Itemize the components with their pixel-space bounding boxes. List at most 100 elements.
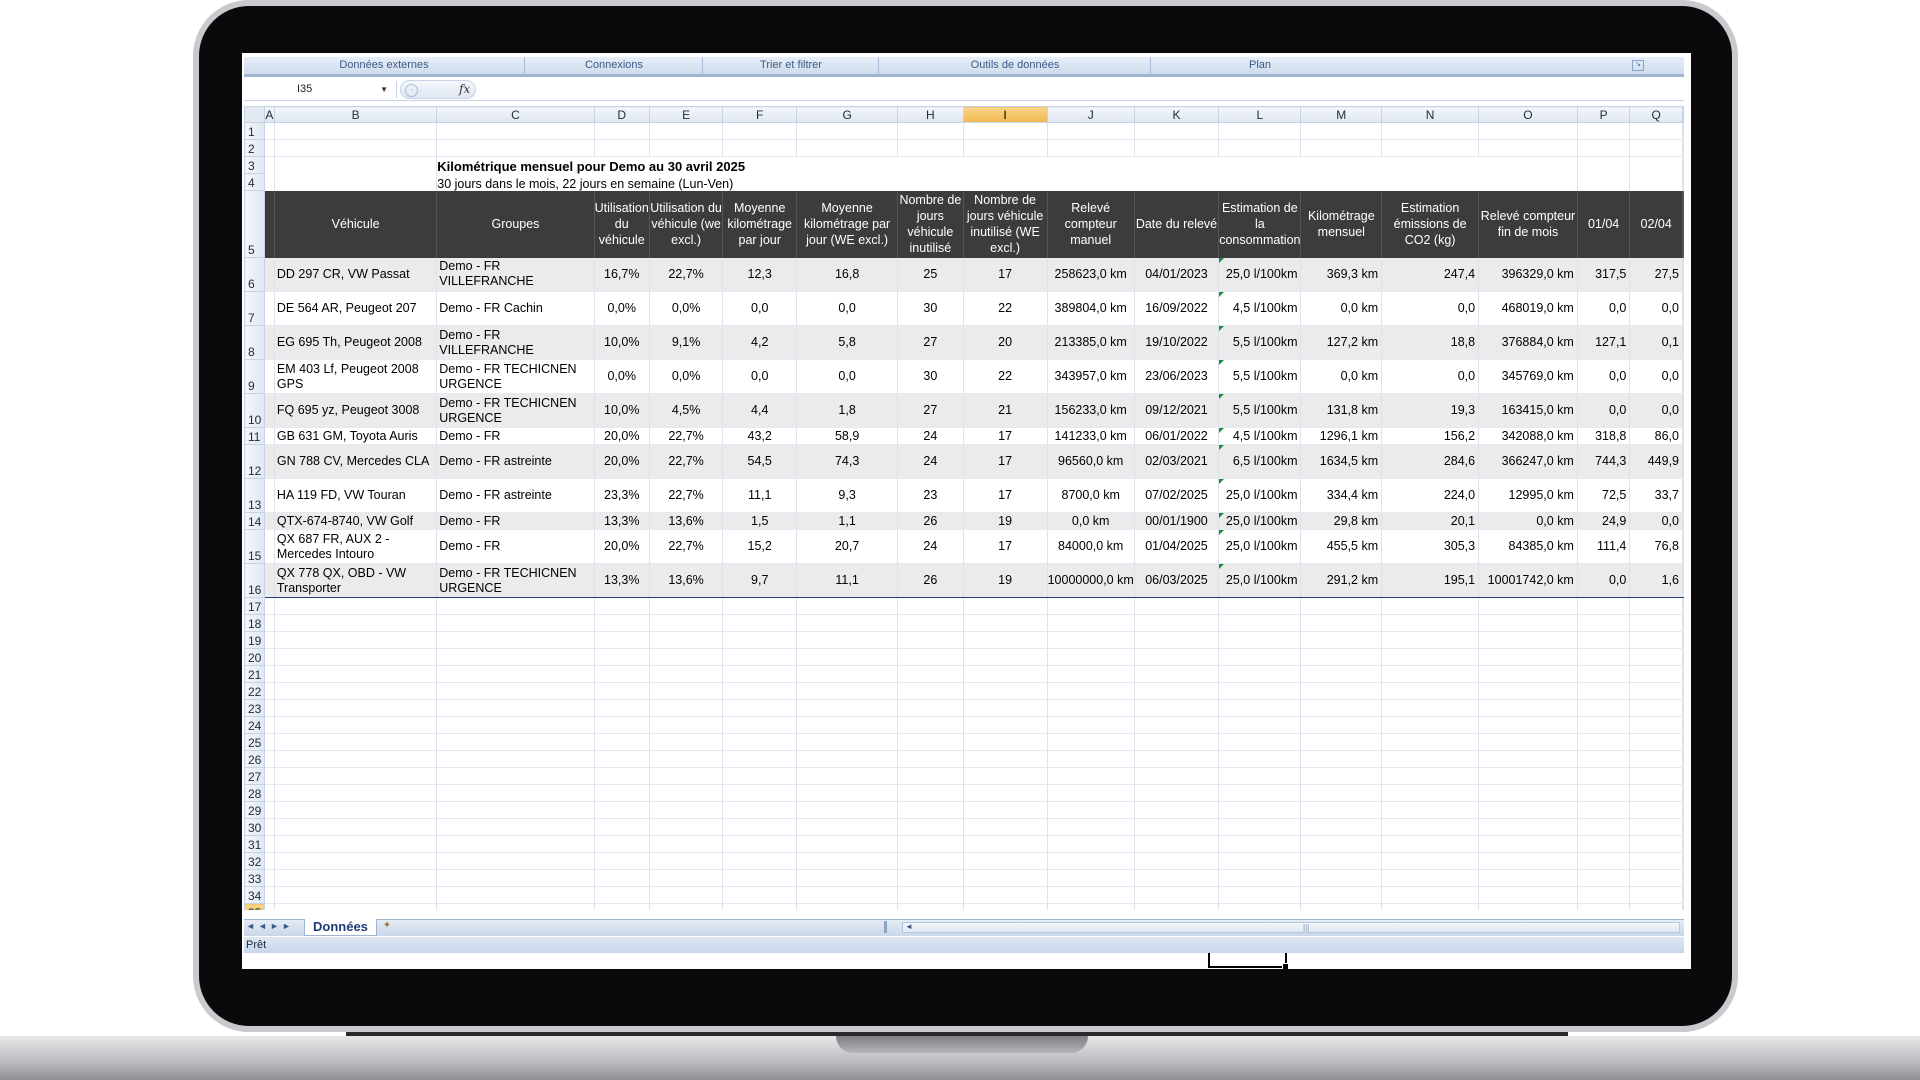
cell-empty[interactable] xyxy=(1381,631,1480,649)
cell-empty[interactable] xyxy=(264,631,275,649)
table-cell[interactable]: 27 xyxy=(897,393,964,428)
cell-empty[interactable] xyxy=(1134,750,1220,768)
cell-empty[interactable] xyxy=(1478,733,1578,751)
table-cell[interactable]: 156,2 xyxy=(1381,427,1480,445)
row-header-24[interactable]: 24 xyxy=(244,716,265,734)
cell-empty[interactable] xyxy=(1577,903,1631,910)
cell-empty[interactable] xyxy=(436,699,595,717)
cell-empty[interactable] xyxy=(264,767,275,785)
cell-a16[interactable] xyxy=(264,563,275,598)
cell-empty[interactable] xyxy=(649,767,724,785)
cell-empty[interactable] xyxy=(1478,139,1578,157)
cell-empty[interactable] xyxy=(1381,835,1480,853)
cell-empty[interactable] xyxy=(796,682,899,700)
cell-empty[interactable] xyxy=(436,852,595,870)
cell-empty[interactable] xyxy=(436,835,595,853)
cell-empty[interactable] xyxy=(1047,886,1135,904)
cell-empty[interactable] xyxy=(897,818,964,836)
error-indicator-icon[interactable] xyxy=(1219,257,1225,263)
table-cell[interactable]: 247,4 xyxy=(1381,257,1480,292)
table-cell[interactable]: 0,0 km xyxy=(1300,359,1383,394)
table-cell[interactable]: 17 xyxy=(963,478,1048,513)
cell-empty[interactable] xyxy=(1134,699,1220,717)
cell-empty[interactable] xyxy=(1218,818,1302,836)
column-header-i[interactable]: I xyxy=(962,106,1048,123)
cell-empty[interactable] xyxy=(897,614,964,632)
cell-empty[interactable] xyxy=(1218,665,1302,683)
table-cell[interactable]: 5,5 l/100km xyxy=(1218,393,1302,428)
cell-empty[interactable] xyxy=(1682,665,1684,683)
cell-empty[interactable] xyxy=(722,699,798,717)
cell-empty[interactable] xyxy=(796,665,899,683)
select-all-corner[interactable] xyxy=(244,106,265,123)
table-cell[interactable]: 17 xyxy=(963,444,1048,479)
cell-empty[interactable] xyxy=(1577,699,1631,717)
table-cell[interactable]: 17 xyxy=(963,257,1048,292)
cell-empty[interactable] xyxy=(897,869,964,887)
first-sheet-icon[interactable]: ◄ xyxy=(246,921,255,931)
cell-empty[interactable] xyxy=(1218,631,1302,649)
cell-empty[interactable] xyxy=(1478,784,1578,802)
cell-empty[interactable] xyxy=(1218,886,1302,904)
tab-split-handle[interactable] xyxy=(884,921,887,933)
cell-empty[interactable] xyxy=(264,869,275,887)
cell-empty[interactable] xyxy=(594,665,650,683)
cell-empty[interactable] xyxy=(722,139,798,157)
table-cell[interactable]: 334,4 km xyxy=(1300,478,1383,513)
table-cell[interactable]: Demo - FR VILLEFRANCHE xyxy=(436,325,595,360)
cell-empty[interactable] xyxy=(274,665,438,683)
cell-empty[interactable] xyxy=(1218,139,1302,157)
cell-empty[interactable] xyxy=(722,886,798,904)
cell-empty[interactable] xyxy=(1134,139,1220,157)
row-header-5[interactable]: 5 xyxy=(244,190,265,258)
table-cell[interactable]: 0,0 km xyxy=(1478,512,1578,530)
table-cell[interactable]: 224,0 xyxy=(1381,478,1480,513)
table-cell[interactable]: 291,2 km xyxy=(1300,563,1383,598)
cell-empty[interactable] xyxy=(1682,818,1684,836)
table-cell[interactable]: FQ 695 yz, Peugeot 3008 xyxy=(274,393,438,428)
table-cell[interactable]: 0,0 xyxy=(796,359,899,394)
cell-empty[interactable] xyxy=(1478,903,1578,910)
cell-empty[interactable] xyxy=(436,818,595,836)
cell-empty[interactable] xyxy=(649,665,724,683)
cell-empty[interactable] xyxy=(1047,631,1135,649)
cell-empty[interactable] xyxy=(897,597,964,615)
table-cell[interactable]: 22,7% xyxy=(649,427,724,445)
row-header-33[interactable]: 33 xyxy=(244,869,265,887)
cell-empty[interactable] xyxy=(1682,512,1684,530)
table-cell[interactable]: 10001742,0 km xyxy=(1478,563,1578,598)
table-cell[interactable]: 25,0 l/100km xyxy=(1218,512,1302,530)
table-cell[interactable]: 0,1 xyxy=(1629,325,1683,360)
cell-empty[interactable] xyxy=(1478,767,1578,785)
table-cell[interactable]: 02/03/2021 xyxy=(1134,444,1220,479)
formula-input[interactable] xyxy=(480,80,1680,99)
error-indicator-icon[interactable] xyxy=(1219,326,1225,331)
table-cell[interactable]: 25,0 l/100km xyxy=(1218,478,1302,513)
cell-empty[interactable] xyxy=(1381,699,1480,717)
row-header-15[interactable]: 15 xyxy=(244,529,265,564)
cell-empty[interactable] xyxy=(1047,614,1135,632)
cell-empty[interactable] xyxy=(963,886,1048,904)
cell-a12[interactable] xyxy=(264,444,275,479)
cell-empty[interactable] xyxy=(1478,750,1578,768)
row-header-20[interactable]: 20 xyxy=(244,648,265,666)
table-cell[interactable]: 24 xyxy=(897,444,964,479)
cell-empty[interactable] xyxy=(1047,733,1135,751)
table-cell[interactable]: 9,7 xyxy=(722,563,798,598)
cell-empty[interactable] xyxy=(436,801,595,819)
cell-empty[interactable] xyxy=(1478,852,1578,870)
cell-empty[interactable] xyxy=(436,767,595,785)
cell-empty[interactable] xyxy=(897,631,964,649)
table-cell[interactable]: 06/01/2022 xyxy=(1134,427,1220,445)
cell-empty[interactable] xyxy=(1381,886,1480,904)
cell-empty[interactable] xyxy=(274,869,438,887)
cell-empty[interactable] xyxy=(1134,886,1220,904)
cell-empty[interactable] xyxy=(963,835,1048,853)
cell-empty[interactable] xyxy=(649,869,724,887)
cell-empty[interactable] xyxy=(1577,665,1631,683)
table-cell[interactable]: 0,0 km xyxy=(1047,512,1135,530)
cell-empty[interactable] xyxy=(1478,886,1578,904)
cell-empty[interactable] xyxy=(1682,257,1684,292)
cell-empty[interactable] xyxy=(1047,784,1135,802)
cell-empty[interactable] xyxy=(1134,614,1220,632)
